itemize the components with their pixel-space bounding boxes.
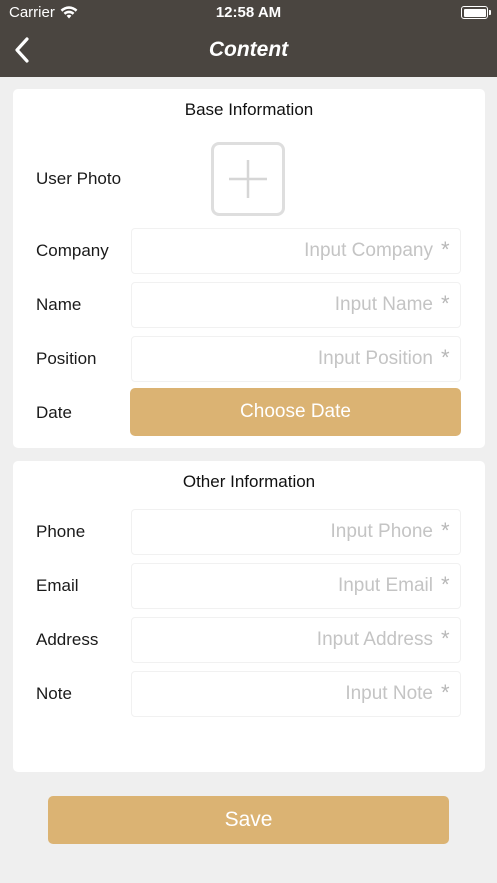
required-mark: *	[441, 572, 450, 597]
required-mark: *	[441, 680, 450, 705]
email-label: Email	[36, 576, 79, 595]
plus-icon	[229, 160, 267, 198]
company-label: Company	[36, 241, 109, 260]
page-title: Content	[208, 38, 289, 61]
address-field: *	[131, 617, 461, 663]
base-information-card: Base Information User Photo Company * Na…	[13, 89, 485, 448]
phone-input[interactable]	[132, 510, 435, 554]
email-field: *	[131, 563, 461, 609]
user-photo-label: User Photo	[36, 169, 122, 188]
date-label: Date	[36, 403, 72, 422]
status-time: 12:58 AM	[215, 4, 282, 21]
company-input[interactable]	[132, 229, 435, 273]
position-field: *	[131, 336, 461, 382]
status-bar: Carrier 12:58 AM	[0, 0, 497, 26]
required-mark: *	[441, 345, 450, 370]
note-field: *	[131, 671, 461, 717]
position-label: Position	[36, 349, 97, 368]
company-field: *	[131, 228, 461, 274]
required-mark: *	[441, 518, 450, 543]
required-mark: *	[441, 626, 450, 651]
add-photo-button[interactable]	[211, 142, 285, 216]
choose-date-button[interactable]: Choose Date	[130, 388, 461, 436]
battery-icon	[461, 6, 488, 19]
name-field: *	[131, 282, 461, 328]
note-label: Note	[36, 684, 72, 703]
phone-field: *	[131, 509, 461, 555]
other-information-title: Other Information	[182, 472, 316, 491]
name-input[interactable]	[132, 283, 435, 327]
base-information-title: Base Information	[184, 100, 314, 119]
required-mark: *	[441, 237, 450, 262]
position-input[interactable]	[132, 337, 435, 381]
save-button[interactable]: Save	[48, 796, 449, 844]
note-input[interactable]	[132, 672, 435, 716]
address-input[interactable]	[132, 618, 435, 662]
name-label: Name	[36, 295, 82, 314]
required-mark: *	[441, 291, 450, 316]
other-information-card: Other Information Phone * Email * Addres…	[13, 461, 485, 772]
phone-label: Phone	[36, 522, 86, 541]
navigation-bar: Carrier 12:58 AM Content	[0, 0, 497, 77]
email-input[interactable]	[132, 564, 435, 608]
battery-tip	[489, 10, 491, 15]
address-label: Address	[36, 630, 99, 649]
